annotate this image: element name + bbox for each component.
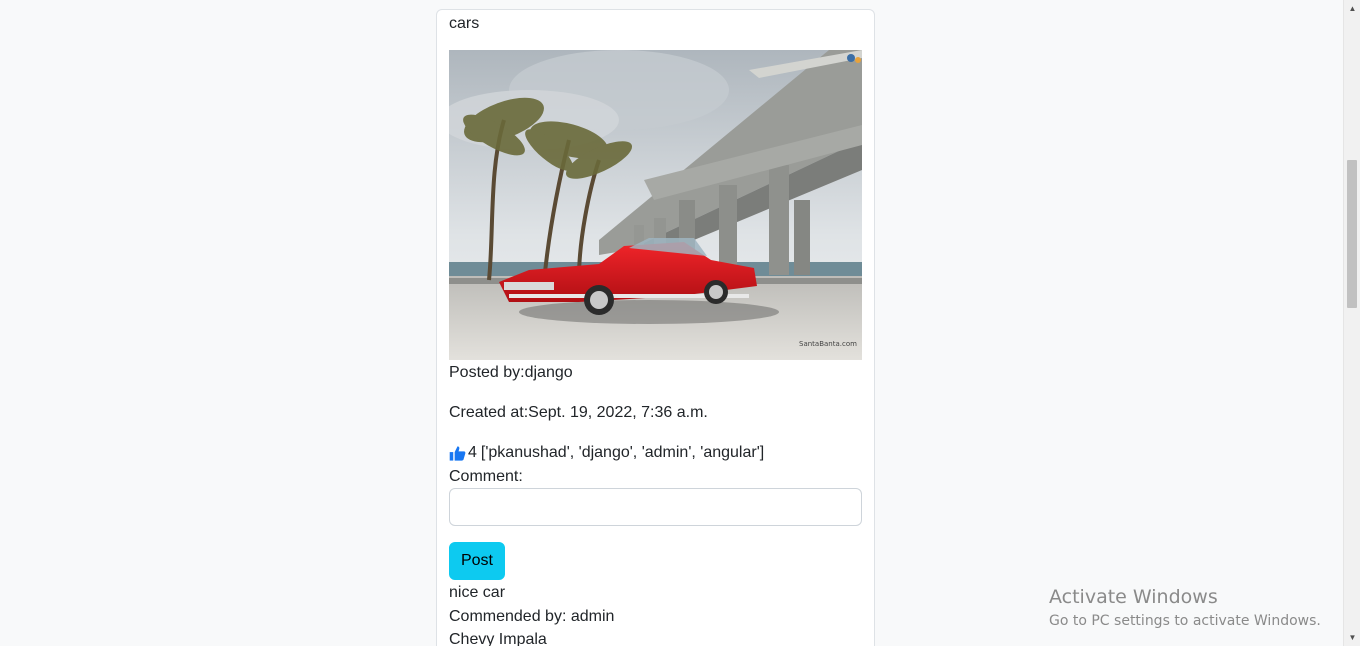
watermark-title: Activate Windows xyxy=(1049,586,1218,608)
like-count: 4 xyxy=(468,444,477,461)
likes-row: 4 ['pkanushad', 'django', 'admin', 'angu… xyxy=(449,444,764,462)
liked-by-list: ['pkanushad', 'django', 'admin', 'angula… xyxy=(480,444,765,461)
page-viewport: cars SantaBanta.com Posted by:django Cre… xyxy=(0,0,1343,646)
post-comment-button[interactable]: Post xyxy=(449,542,505,580)
vertical-scrollbar[interactable]: ▲ ▼ xyxy=(1343,0,1360,646)
comment-author: Commended by: admin xyxy=(449,608,615,625)
scroll-down-arrow-icon[interactable]: ▼ xyxy=(1344,629,1360,646)
watermark-subtitle: Go to PC settings to activate Windows. xyxy=(1049,613,1321,629)
created-at: Created at:Sept. 19, 2022, 7:36 a.m. xyxy=(449,404,708,421)
post-image-graphic: SantaBanta.com xyxy=(449,50,862,360)
comment-input[interactable] xyxy=(449,488,862,526)
activate-windows-watermark: Activate Windows Go to PC settings to ac… xyxy=(1049,586,1321,629)
post-card: cars SantaBanta.com Posted by:django Cre… xyxy=(436,9,875,646)
post-image: SantaBanta.com xyxy=(449,50,862,360)
thumbs-up-icon xyxy=(449,446,466,461)
comment-text: nice car xyxy=(449,584,506,601)
scrollbar-thumb[interactable] xyxy=(1347,160,1357,308)
like-button[interactable]: 4 xyxy=(449,444,477,462)
post-title: cars xyxy=(449,15,480,32)
image-credit: SantaBanta.com xyxy=(799,340,857,348)
next-post-title: Chevy Impala xyxy=(449,631,547,646)
comment-label: Comment: xyxy=(449,468,523,485)
posted-by: Posted by:django xyxy=(449,364,573,381)
scroll-up-arrow-icon[interactable]: ▲ xyxy=(1344,0,1360,17)
